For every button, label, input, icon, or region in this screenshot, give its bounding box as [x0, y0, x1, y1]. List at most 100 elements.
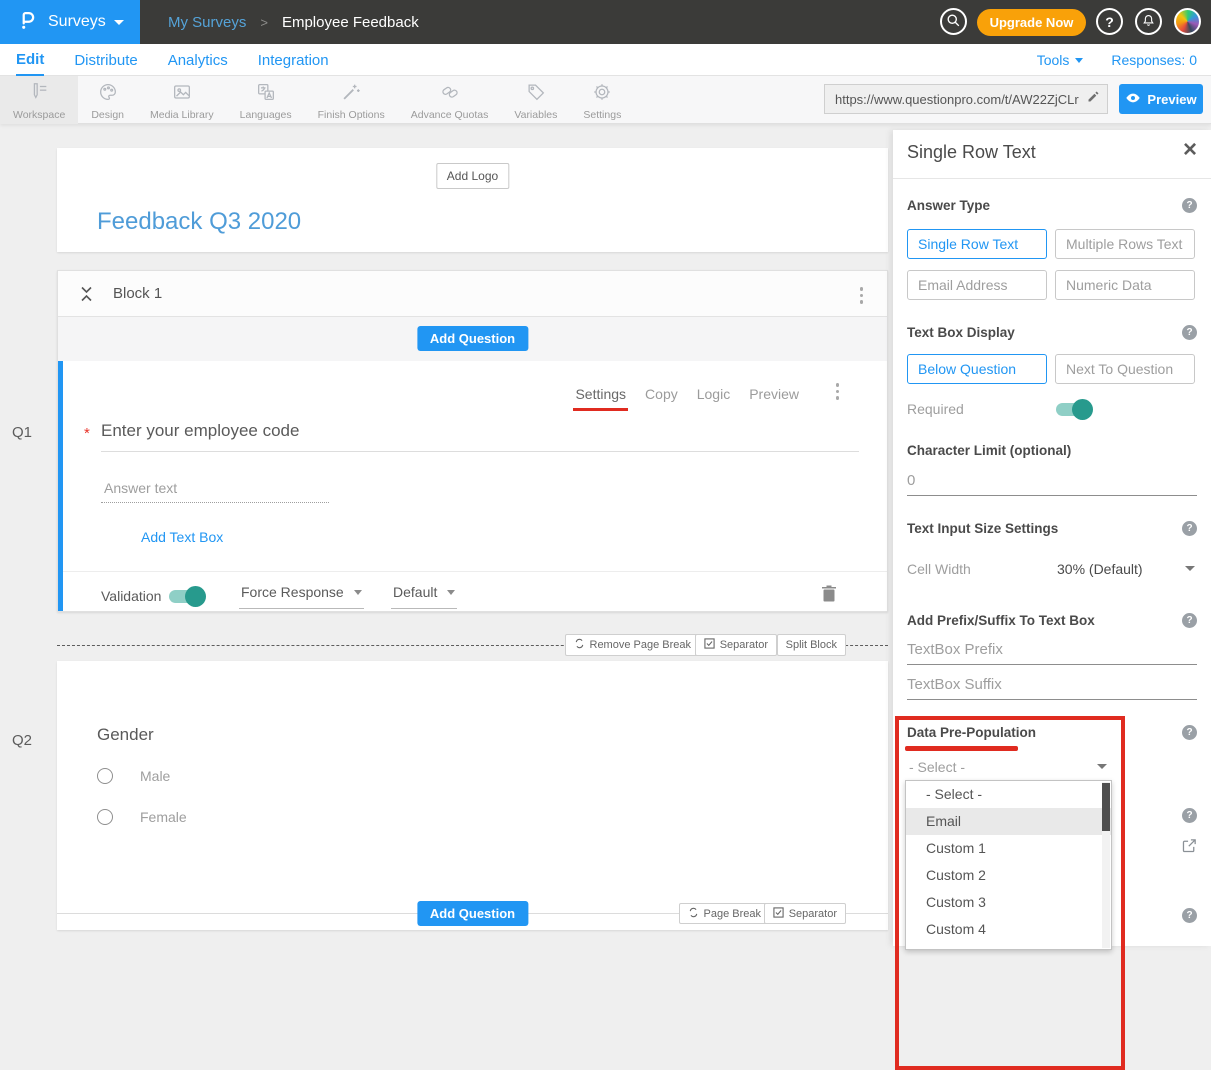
dropdown-option-email[interactable]: Email [906, 808, 1111, 835]
display-next-to-question[interactable]: Next To Question [1055, 354, 1195, 384]
separator-button[interactable]: Separator [695, 634, 777, 656]
gear-icon [591, 81, 613, 108]
answer-type-multiple-rows-text[interactable]: Multiple Rows Text [1055, 229, 1195, 259]
translate-icon [255, 81, 277, 108]
annotation-underline [905, 746, 1018, 751]
tools-dropdown[interactable]: Tools [1037, 52, 1084, 68]
remove-page-break-label: Remove Page Break [590, 639, 692, 651]
external-link-icon[interactable] [1181, 837, 1198, 859]
remove-page-break-button[interactable]: Remove Page Break [565, 634, 701, 656]
preview-label: Preview [1147, 92, 1196, 107]
question-tab-settings[interactable]: Settings [575, 386, 626, 402]
radio-icon[interactable] [97, 809, 113, 825]
dropdown-option-custom-4[interactable]: Custom 4 [906, 916, 1111, 943]
required-toggle[interactable] [1056, 403, 1090, 416]
upgrade-now-button[interactable]: Upgrade Now [977, 9, 1086, 36]
toolbar-variables[interactable]: Variables [501, 76, 570, 124]
product-switcher[interactable]: Surveys [0, 0, 140, 44]
toolbar-settings[interactable]: Settings [570, 76, 634, 124]
help-icon[interactable] [1182, 725, 1197, 740]
toolbar-label: Languages [240, 109, 292, 121]
delete-question-icon[interactable] [821, 584, 837, 607]
survey-title[interactable]: Feedback Q3 2020 [97, 208, 301, 236]
help-button[interactable]: ? [1096, 8, 1123, 35]
textbox-suffix-input[interactable] [907, 672, 1197, 700]
search-button[interactable] [940, 8, 967, 35]
help-icon[interactable] [1182, 808, 1197, 823]
tab-distribute[interactable]: Distribute [74, 44, 137, 76]
question-1-text[interactable]: Enter your employee code [101, 421, 299, 441]
scrollbar-thumb[interactable] [1102, 783, 1110, 831]
help-icon[interactable] [1182, 325, 1197, 340]
cell-width-dropdown-caret[interactable] [1185, 566, 1195, 571]
separator-button[interactable]: Separator [764, 903, 846, 924]
page-break-icon [688, 907, 699, 921]
answer-text-placeholder[interactable]: Answer text [104, 480, 177, 496]
dropdown-scrollbar[interactable] [1102, 782, 1110, 948]
data-pre-population-dropdown: - Select - Email Custom 1 Custom 2 Custo… [905, 780, 1112, 950]
answer-type-numeric-data[interactable]: Numeric Data [1055, 270, 1195, 300]
dropdown-option-custom-3[interactable]: Custom 3 [906, 889, 1111, 916]
radio-option-male[interactable]: Male [97, 768, 170, 784]
toolbar-label: Settings [583, 109, 621, 121]
collapse-block-icon[interactable] [80, 285, 93, 308]
chain-link-icon [439, 81, 461, 108]
toolbar-finish-options[interactable]: Finish Options [305, 76, 398, 124]
question-1-card: Settings Copy Logic Preview * Enter your… [58, 361, 887, 611]
block-menu-icon[interactable] [860, 287, 864, 304]
radio-icon[interactable] [97, 768, 113, 784]
notifications-button[interactable] [1135, 8, 1162, 35]
page-break-button[interactable]: Page Break [679, 903, 770, 924]
question-menu-icon[interactable] [836, 383, 840, 400]
survey-url-field [824, 84, 1108, 114]
toolbar-languages[interactable]: Languages [227, 76, 305, 124]
textbox-prefix-input[interactable] [907, 637, 1197, 665]
editor-toolbar: Workspace Design Media Library Languages… [0, 76, 1211, 124]
toolbar-media-library[interactable]: Media Library [137, 76, 227, 124]
add-question-button[interactable]: Add Question [417, 326, 528, 351]
question-tab-logic[interactable]: Logic [697, 386, 730, 402]
validation-toggle[interactable] [169, 590, 203, 603]
default-dropdown[interactable]: Default [391, 584, 457, 609]
dropdown-option-custom-2[interactable]: Custom 2 [906, 862, 1111, 889]
display-below-question[interactable]: Below Question [907, 354, 1047, 384]
data-pre-population-select[interactable]: - Select - [909, 759, 965, 775]
add-text-box-link[interactable]: Add Text Box [141, 529, 223, 545]
add-question-button[interactable]: Add Question [417, 901, 528, 926]
help-icon[interactable] [1182, 521, 1197, 536]
survey-url-input[interactable] [835, 92, 1086, 107]
radio-option-female[interactable]: Female [97, 809, 187, 825]
edit-pencil-icon[interactable] [1086, 89, 1101, 109]
data-pre-population-caret[interactable] [1097, 764, 1107, 769]
help-icon[interactable] [1182, 613, 1197, 628]
page-break-bar: Remove Page Break Separator Split Block [57, 633, 888, 659]
preview-button[interactable]: Preview [1119, 84, 1203, 114]
question-2-text[interactable]: Gender [97, 725, 154, 745]
breadcrumb-my-surveys[interactable]: My Surveys [168, 14, 246, 31]
answer-type-single-row-text[interactable]: Single Row Text [907, 229, 1047, 259]
toolbar-design[interactable]: Design [78, 76, 137, 124]
question-tab-preview[interactable]: Preview [749, 386, 799, 402]
character-limit-input[interactable] [907, 468, 1197, 496]
toolbar-advance-quotas[interactable]: Advance Quotas [398, 76, 502, 124]
tab-analytics[interactable]: Analytics [168, 44, 228, 76]
dropdown-option-select[interactable]: - Select - [906, 781, 1111, 808]
question-tab-copy[interactable]: Copy [645, 386, 678, 402]
dropdown-option-custom-1[interactable]: Custom 1 [906, 835, 1111, 862]
question-tabs: Settings Copy Logic Preview [575, 386, 799, 402]
force-response-dropdown[interactable]: Force Response [239, 584, 364, 609]
responses-count[interactable]: Responses: 0 [1111, 52, 1197, 68]
add-logo-button[interactable]: Add Logo [436, 163, 509, 189]
tab-integration[interactable]: Integration [258, 44, 329, 76]
block-name[interactable]: Block 1 [113, 285, 162, 302]
help-icon[interactable] [1182, 908, 1197, 923]
validation-bar: Validation Force Response Default [63, 571, 887, 611]
toolbar-workspace[interactable]: Workspace [0, 76, 78, 124]
avatar[interactable] [1174, 8, 1201, 35]
chevron-down-icon [114, 20, 124, 25]
tab-edit[interactable]: Edit [16, 44, 44, 76]
close-icon[interactable]: × [1183, 138, 1197, 162]
answer-type-email-address[interactable]: Email Address [907, 270, 1047, 300]
help-icon[interactable] [1182, 198, 1197, 213]
split-block-button[interactable]: Split Block [777, 634, 846, 656]
